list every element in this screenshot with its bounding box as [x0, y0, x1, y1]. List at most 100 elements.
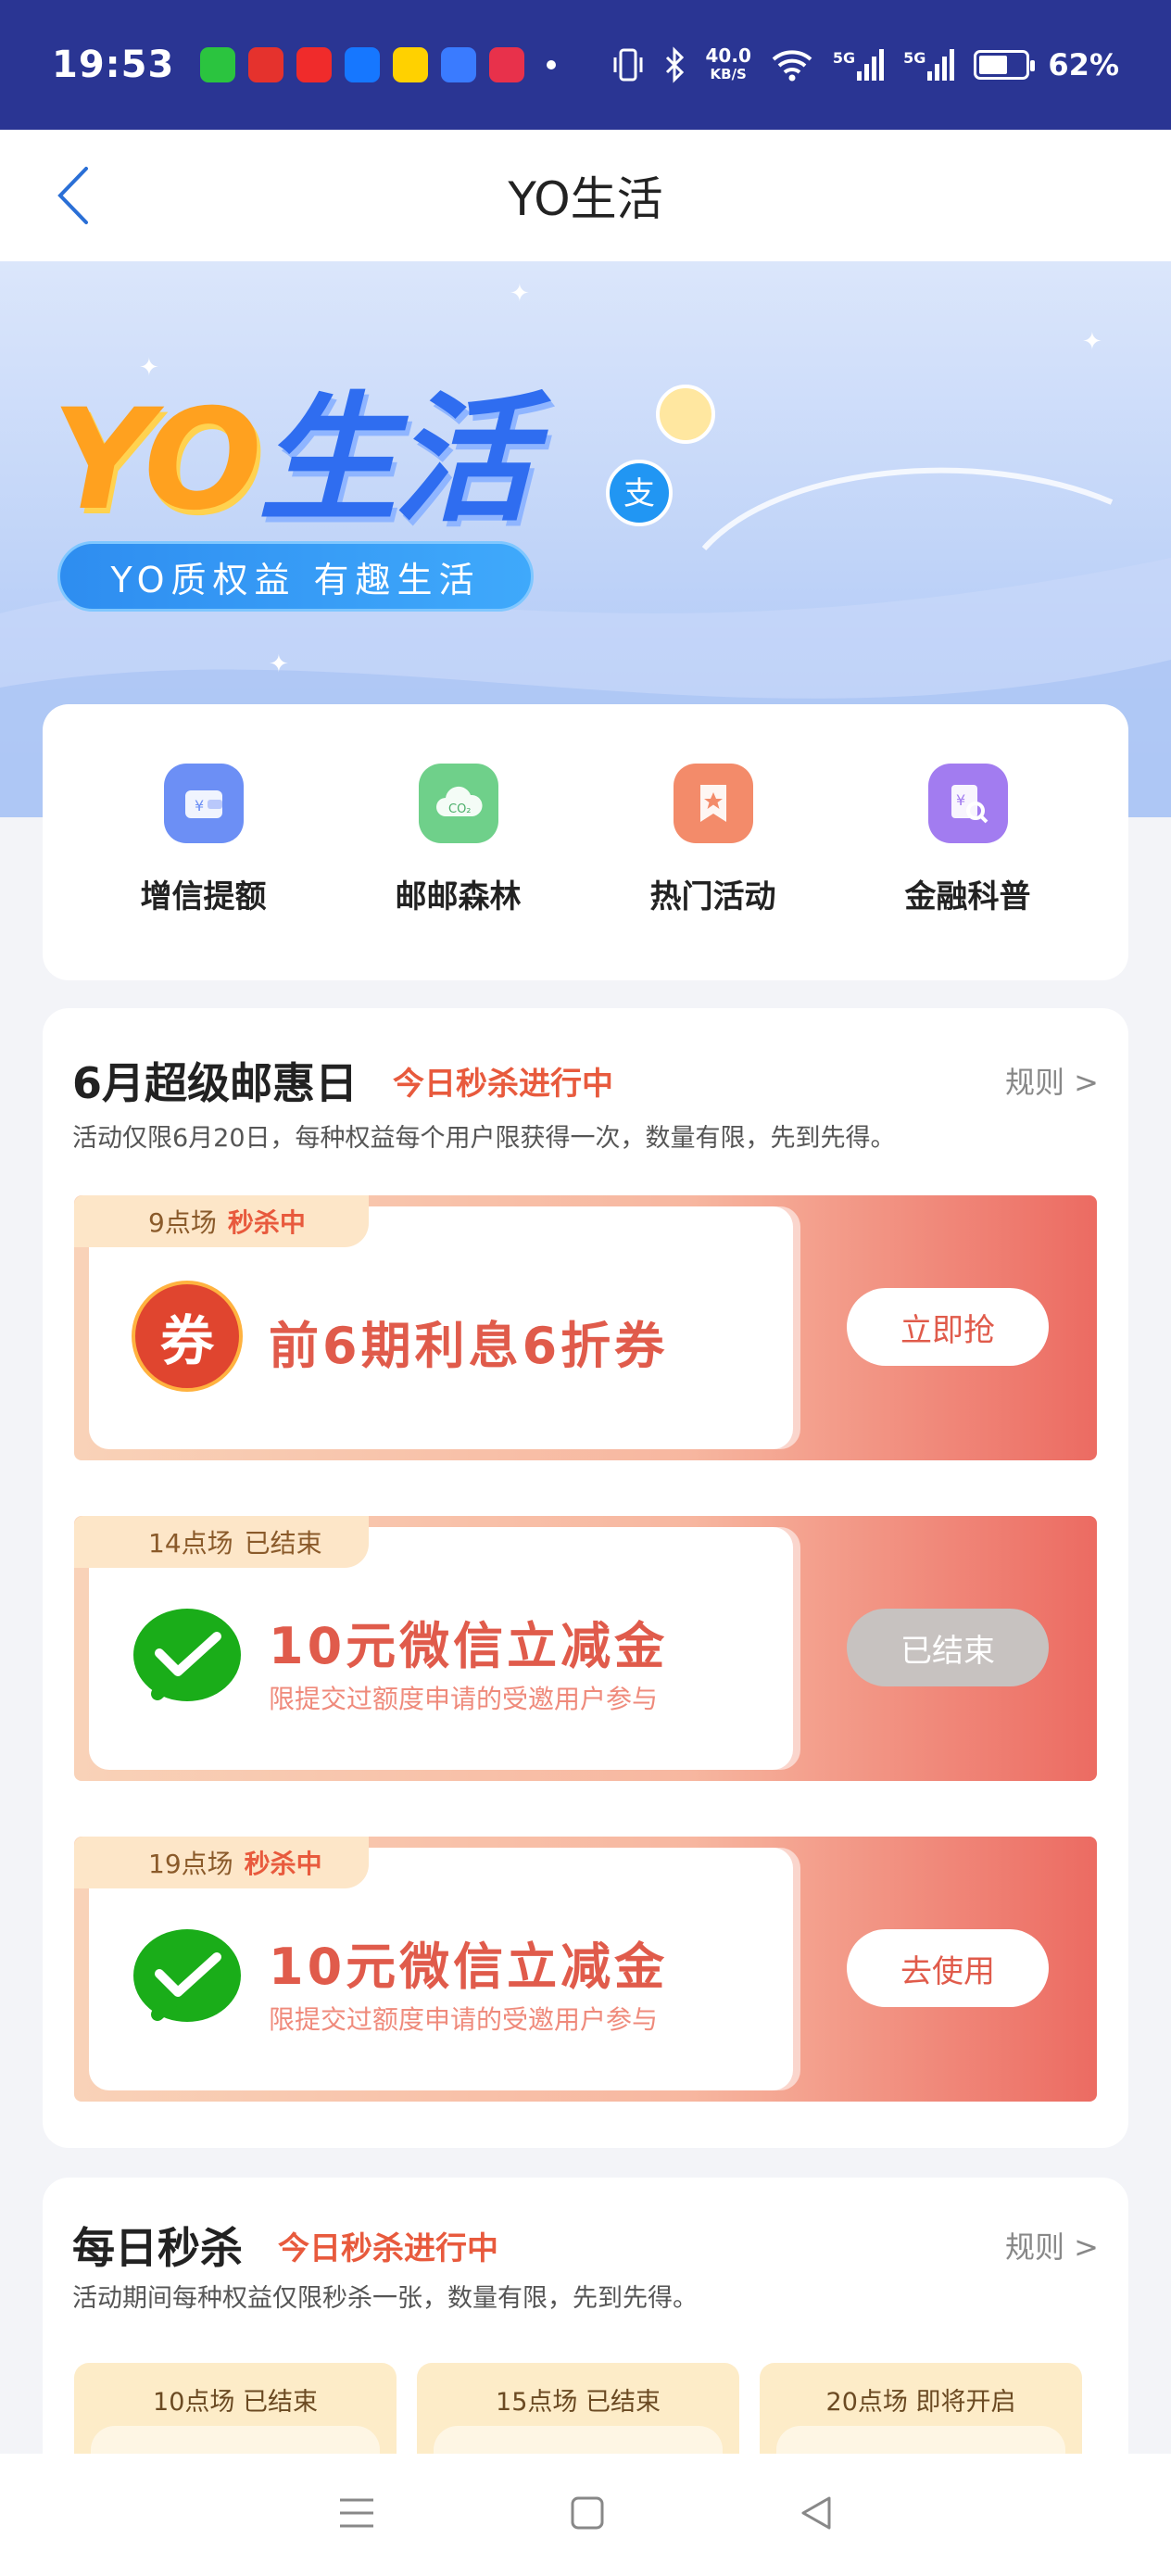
signal-1: 5G [833, 49, 885, 81]
signal-bars-icon [927, 49, 955, 81]
svg-text:CO₂: CO₂ [448, 802, 472, 816]
signal-1-label: 5G [832, 49, 856, 67]
wechat-pay-icon [132, 1601, 243, 1712]
banner-logo-life: 生活 [258, 380, 533, 541]
session-time: 19点场 [148, 1849, 233, 1879]
music-notification-icon [489, 47, 525, 82]
wallet-icon: ¥ [163, 764, 244, 843]
flash-sale-ticket: 9点场 秒杀中券前6期利息6折券 立即抢 [74, 1195, 1097, 1460]
benefit-name: 10元微信立减金 [269, 1617, 669, 1675]
shortcut-item[interactable]: ¥ 金融科普 [875, 764, 1061, 980]
session-tab-status: 即将开启 [915, 2388, 1016, 2417]
shortcut-item[interactable]: CO₂ 邮邮森林 [366, 764, 551, 980]
session-status: 秒杀中 [244, 1849, 322, 1879]
shortcuts-card: ¥ 增信提额 CO₂ 邮邮森林 热门活动 ¥ 金融科普 [43, 704, 1128, 980]
shortcut-label: 金融科普 [904, 878, 1031, 915]
back-button[interactable] [41, 163, 106, 228]
home-button[interactable] [569, 2494, 606, 2535]
session-tag: 9点场 秒杀中 [74, 1195, 369, 1247]
signal-2-label: 5G [903, 49, 926, 67]
session-tag: 19点场 秒杀中 [74, 1837, 369, 1888]
claim-button[interactable]: 去使用 [847, 1929, 1049, 2007]
battery-icon [974, 50, 1036, 80]
wifi-icon [772, 50, 812, 82]
network-speed: 40.0 KB/S [706, 46, 751, 83]
session-time: 14点场 [148, 1528, 233, 1559]
benefit-name: 10元微信立减金 [269, 1938, 669, 1996]
benefit-name: 前6期利息6折券 [269, 1317, 669, 1375]
session-tab-status: 已结束 [242, 2388, 318, 2417]
battery-fill [979, 56, 1008, 74]
session-tab-time: 15点场 [496, 2388, 578, 2417]
chevron-left-icon [57, 167, 88, 224]
svg-text:¥: ¥ [195, 797, 204, 814]
network-speed-unit: KB/S [710, 66, 747, 82]
more-notifications-dot-icon [547, 60, 557, 69]
promo-status: 今日秒杀进行中 [393, 1065, 614, 1103]
promo-rules-link[interactable]: 规则 > [1005, 1059, 1099, 1102]
session-tab-time: 10点场 [153, 2388, 235, 2417]
co2-cloud-icon: CO₂ [418, 764, 498, 843]
session-time: 9点场 [148, 1207, 217, 1238]
benefit-condition: 限提交过额度申请的受邀用户参与 [269, 2004, 659, 2035]
session-tab-time: 20点场 [825, 2388, 908, 2417]
alipay-notification-icon [345, 47, 381, 82]
shop-notification-icon [248, 47, 284, 82]
claim-button[interactable]: 立即抢 [847, 1288, 1049, 1366]
signal-bars-icon [857, 49, 885, 81]
status-bar: 19:53 40.0 KB/S 5G 5G 62% [0, 0, 1171, 130]
wechat-pay-icon [132, 1922, 243, 2033]
ended-button[interactable]: 已结束 [847, 1609, 1049, 1686]
svg-text:¥: ¥ [956, 791, 965, 809]
network-speed-value: 40.0 [705, 44, 751, 67]
menu-icon [340, 2498, 374, 2528]
session-tab-status: 已结束 [585, 2388, 661, 2417]
meituan-notification-icon [393, 47, 429, 82]
sparkle-icon: ✦ [139, 354, 159, 382]
promo-section: 6月超级邮惠日 今日秒杀进行中 规则 > 活动仅限6月20日，每种权益每个用户限… [43, 1008, 1128, 2148]
banner-illustration: 支 [606, 385, 1114, 550]
daily-description: 活动期间每种权益仅限秒杀一张，数量有限，先到先得。 [72, 2284, 698, 2313]
system-nav-bar [0, 2454, 1171, 2576]
promo-header: 6月超级邮惠日 今日秒杀进行中 规则 > [72, 1043, 1099, 1118]
blue-app-notification-icon [441, 47, 477, 82]
daily-status: 今日秒杀进行中 [278, 2229, 498, 2267]
svg-text:支: 支 [623, 475, 655, 512]
promo-title: 6月超级邮惠日 [72, 1058, 359, 1108]
nav-bar: YO生活 [0, 130, 1171, 261]
coupon-icon: 券 [132, 1281, 243, 1392]
wechat-notification-icon [200, 47, 236, 82]
shortcut-item[interactable]: ¥ 增信提额 [111, 764, 296, 980]
shortcut-label: 热门活动 [649, 878, 776, 915]
vibrate-icon [613, 48, 643, 82]
notification-icons [200, 47, 557, 82]
status-time: 19:53 [52, 44, 175, 86]
banner-logo-yo: YO [52, 380, 262, 541]
finance-search-icon: ¥ [927, 764, 1008, 843]
home-square-icon [571, 2496, 604, 2530]
daily-header: 每日秒杀 今日秒杀进行中 规则 > [72, 2213, 1099, 2278]
system-icons: 40.0 KB/S 5G 5G 62% [611, 46, 1119, 83]
red-app-notification-icon [296, 47, 333, 82]
shortcut-label: 邮邮森林 [395, 878, 522, 915]
session-tag: 14点场 已结束 [74, 1516, 369, 1568]
page-title: YO生活 [508, 172, 663, 226]
benefit-condition: 限提交过额度申请的受邀用户参与 [269, 1684, 659, 1714]
session-status: 秒杀中 [227, 1207, 306, 1238]
daily-title: 每日秒杀 [72, 2223, 243, 2273]
daily-rules-link[interactable]: 规则 > [1005, 2224, 1099, 2267]
battery-percent: 62% [1048, 47, 1119, 82]
coupon-icon-text: 券 [159, 1309, 214, 1372]
banner-slogan: YO质权益 有趣生活 [57, 541, 534, 612]
flash-sale-ticket: 14点场 已结束 10元微信立减金限提交过额度申请的受邀用户参与 已结束 [74, 1516, 1097, 1781]
promo-description: 活动仅限6月20日，每种权益每个用户限获得一次，数量有限，先到先得。 [72, 1124, 896, 1153]
shortcut-item[interactable]: 热门活动 [621, 764, 806, 980]
back-triangle-icon [801, 2496, 831, 2530]
bluetooth-icon [665, 46, 684, 83]
menu-button[interactable] [336, 2494, 377, 2535]
back-nav-button[interactable] [798, 2494, 835, 2535]
sparkle-icon: ✦ [269, 650, 289, 678]
banner-logo: YO生活 [52, 391, 533, 530]
star-bookmark-icon [673, 764, 753, 843]
flash-sale-ticket: 19点场 秒杀中 10元微信立减金限提交过额度申请的受邀用户参与 去使用 [74, 1837, 1097, 2102]
